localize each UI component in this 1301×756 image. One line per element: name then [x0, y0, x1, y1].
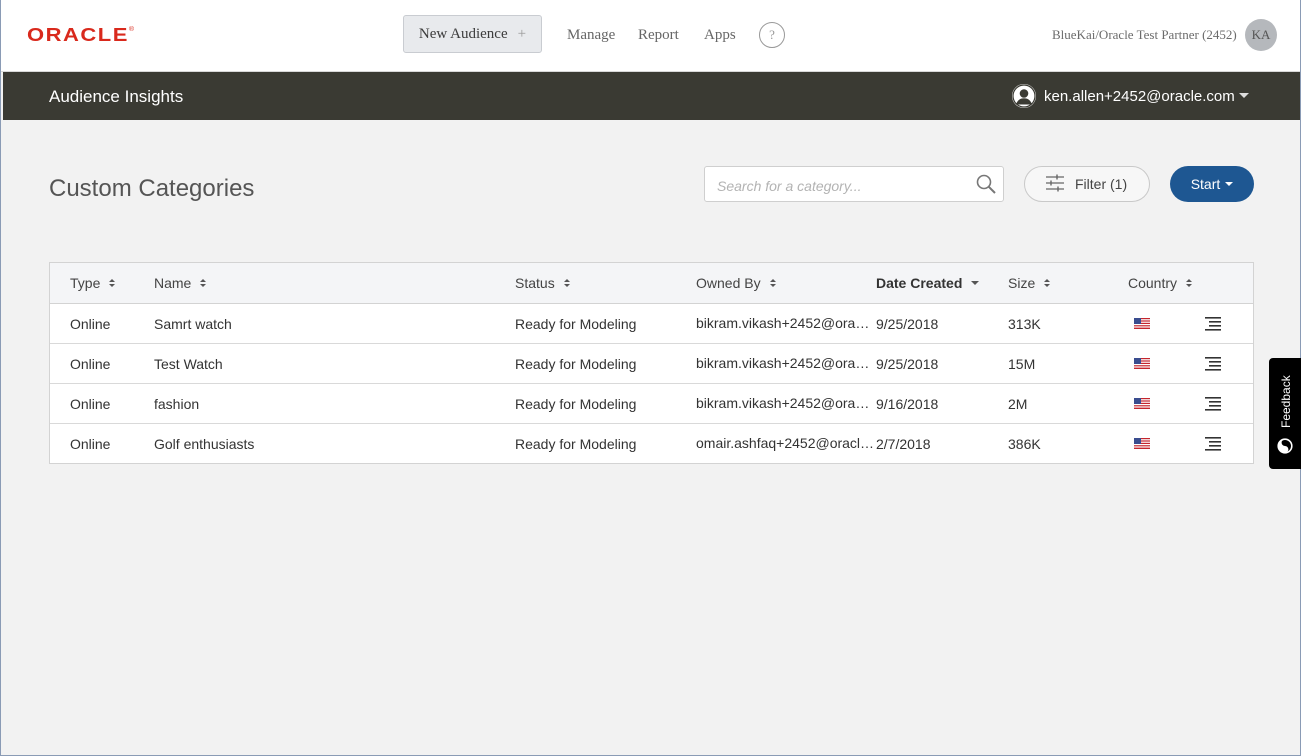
new-audience-button[interactable]: New Audience +	[403, 15, 542, 53]
cell-date-created: 9/25/2018	[876, 355, 939, 372]
row-menu-icon[interactable]	[1204, 344, 1222, 383]
start-button[interactable]: Start	[1170, 166, 1254, 202]
cell-status: Ready for Modeling	[515, 435, 637, 452]
table-body: Online Samrt watch Ready for Modeling bi…	[50, 304, 1253, 463]
sort-icon	[769, 279, 776, 287]
table-header: Type Name Status Owned By Date Created S…	[50, 263, 1253, 304]
table-row[interactable]: Online Samrt watch Ready for Modeling bi…	[50, 304, 1253, 344]
app-title: Audience Insights	[49, 87, 184, 106]
categories-table: Type Name Status Owned By Date Created S…	[49, 262, 1254, 464]
sort-icon	[109, 279, 116, 287]
search-box[interactable]	[704, 166, 1004, 202]
cell-size: 2M	[1008, 395, 1028, 412]
oracle-logo[interactable]: ORACLE®	[27, 24, 134, 46]
cell-owned-by: omair.ashfaq+2452@oracle.com	[696, 424, 876, 463]
cell-name[interactable]: Samrt watch	[154, 304, 232, 343]
column-label: Size	[1008, 275, 1036, 291]
cell-type: Online	[70, 355, 111, 372]
cell-date-created: 2/7/2018	[876, 435, 931, 452]
app-header: Audience Insights ken.allen+2452@oracle.…	[3, 72, 1300, 120]
table-row[interactable]: Online fashion Ready for Modeling bikram…	[50, 384, 1253, 424]
owner-text: bikram.vikash+2452@oracle.com	[696, 355, 876, 371]
us-flag-icon	[1134, 384, 1150, 423]
column-header-name[interactable]: Name	[154, 263, 207, 303]
caret-down-icon	[1225, 182, 1234, 186]
table-row[interactable]: Online Test Watch Ready for Modeling bik…	[50, 344, 1253, 384]
column-label: Date Created	[876, 275, 963, 291]
sort-icon	[1044, 279, 1051, 287]
cell-name[interactable]: Golf enthusiasts	[154, 424, 254, 463]
column-label: Country	[1128, 275, 1178, 291]
page-title: Custom Categories	[49, 175, 255, 202]
table-row[interactable]: Online Golf enthusiasts Ready for Modeli…	[50, 424, 1253, 463]
column-header-size[interactable]: Size	[1008, 263, 1051, 303]
filter-button[interactable]: Filter (1)	[1024, 166, 1150, 202]
feedback-label: Feedback	[1279, 375, 1293, 428]
chevron-down-icon[interactable]	[1239, 93, 1249, 98]
top-navigation-bar: ORACLE® New Audience + Manage Report App…	[1, 0, 1300, 72]
column-header-country[interactable]: Country	[1128, 263, 1193, 303]
row-menu-icon[interactable]	[1204, 384, 1222, 423]
column-label: Type	[70, 275, 101, 291]
sort-icon	[563, 279, 570, 287]
cell-name[interactable]: Test Watch	[154, 344, 223, 383]
sort-icon	[200, 279, 207, 287]
cell-type: Online	[70, 435, 111, 452]
cell-type: Online	[70, 395, 111, 412]
cell-owned-by: bikram.vikash+2452@oracle.com	[696, 384, 876, 423]
column-header-status[interactable]: Status	[515, 263, 570, 303]
owner-text: bikram.vikash+2452@oracle.com	[696, 315, 876, 331]
user-email[interactable]: ken.allen+2452@oracle.com	[1044, 88, 1235, 105]
cell-status: Ready for Modeling	[515, 315, 637, 332]
cell-size: 313K	[1008, 315, 1041, 332]
column-header-owned-by[interactable]: Owned By	[696, 263, 876, 303]
us-flag-icon	[1134, 344, 1150, 383]
start-label: Start	[1190, 176, 1221, 192]
cell-size: 386K	[1008, 435, 1041, 452]
nav-link-report[interactable]: Report	[638, 27, 679, 44]
cell-owned-by: bikram.vikash+2452@oracle.com	[696, 304, 876, 343]
us-flag-icon	[1134, 304, 1150, 343]
owner-text: bikram.vikash+2452@oracle.com	[696, 395, 876, 411]
us-flag-icon	[1134, 424, 1150, 463]
column-header-date-created[interactable]: Date Created	[876, 263, 980, 303]
plus-icon: +	[517, 25, 527, 42]
cell-date-created: 9/16/2018	[876, 395, 939, 412]
cell-type: Online	[70, 315, 111, 332]
column-header-type[interactable]: Type	[70, 263, 116, 303]
cell-size: 15M	[1008, 355, 1036, 372]
column-label: Owned By	[696, 275, 761, 291]
user-icon[interactable]	[1012, 84, 1036, 108]
cell-owned-by: bikram.vikash+2452@oracle.com	[696, 344, 876, 383]
column-label: Name	[154, 275, 192, 291]
logo-registered-mark: ®	[128, 26, 135, 33]
nav-link-manage[interactable]: Manage	[567, 27, 615, 44]
feedback-tab[interactable]: Feedback	[1269, 358, 1301, 469]
logo-text: ORACLE	[27, 24, 129, 46]
sort-descending-icon	[971, 281, 980, 285]
cell-date-created: 9/25/2018	[876, 315, 939, 332]
search-icon[interactable]	[975, 173, 997, 200]
feedback-icon	[1277, 438, 1293, 459]
row-menu-icon[interactable]	[1204, 304, 1222, 343]
filter-label: Filter (1)	[1075, 176, 1128, 192]
cell-status: Ready for Modeling	[515, 355, 637, 372]
avatar[interactable]: KA	[1245, 19, 1277, 51]
partner-selector[interactable]: BlueKai/Oracle Test Partner (2452)	[1052, 27, 1237, 43]
cell-name[interactable]: fashion	[154, 384, 199, 423]
nav-link-apps[interactable]: Apps	[704, 27, 736, 44]
new-audience-label: New Audience	[418, 25, 508, 42]
sort-icon	[1186, 279, 1193, 287]
search-input[interactable]	[715, 175, 969, 197]
row-menu-icon[interactable]	[1204, 424, 1222, 463]
sliders-icon	[1045, 174, 1065, 195]
cell-status: Ready for Modeling	[515, 395, 637, 412]
help-icon[interactable]: ?	[759, 22, 785, 48]
column-label: Status	[515, 275, 555, 291]
owner-text: omair.ashfaq+2452@oracle.com	[696, 435, 876, 451]
